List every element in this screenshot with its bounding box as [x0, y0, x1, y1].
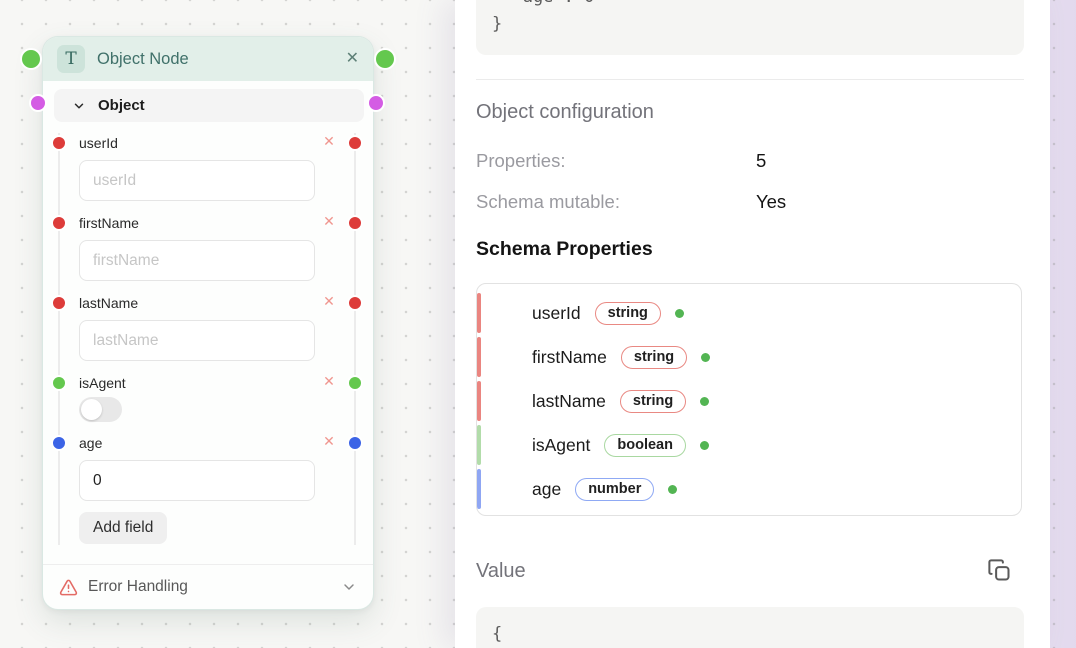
- type-badge: number: [575, 478, 654, 501]
- type-color-bar: [477, 293, 481, 333]
- delete-field-age-icon[interactable]: ✕: [320, 433, 338, 450]
- status-dot-icon: [700, 441, 709, 450]
- property-name: userId: [532, 303, 581, 324]
- list-item: firstName string: [477, 335, 1021, 379]
- type-color-bar: [477, 469, 481, 509]
- type-badge: boolean: [604, 434, 686, 457]
- lastname-field[interactable]: [79, 320, 315, 361]
- schema-properties-heading: Schema Properties: [476, 238, 653, 261]
- section-divider: [476, 79, 1024, 80]
- object-input-handle[interactable]: [29, 94, 47, 112]
- close-icon[interactable]: ✕: [346, 51, 359, 67]
- delete-field-userid-icon[interactable]: ✕: [320, 133, 338, 150]
- list-item: age number: [477, 467, 1021, 511]
- details-panel: "age": 0 } Object configuration Properti…: [455, 0, 1050, 648]
- toggle-knob: [81, 399, 102, 420]
- handle-rail-right: [354, 133, 356, 545]
- handle-rail-left: [58, 133, 60, 545]
- lastname-output-handle[interactable]: [347, 295, 363, 311]
- copy-button[interactable]: [983, 554, 1015, 586]
- chevron-down-icon: [72, 99, 86, 113]
- firstname-input-handle[interactable]: [51, 215, 67, 231]
- delete-field-isagent-icon[interactable]: ✕: [320, 373, 338, 390]
- lastname-input-handle[interactable]: [51, 295, 67, 311]
- isagent-input-handle[interactable]: [51, 375, 67, 391]
- error-handling-label: Error Handling: [88, 578, 188, 596]
- code-line: {: [492, 624, 502, 644]
- node-header[interactable]: T Object Node ✕: [43, 37, 373, 81]
- properties-label: Properties:: [476, 150, 565, 172]
- chevron-down-icon: [341, 579, 357, 595]
- node-input-handle[interactable]: [20, 48, 42, 70]
- status-dot-icon: [675, 309, 684, 318]
- object-configuration-heading: Object configuration: [476, 101, 654, 124]
- firstname-field[interactable]: [79, 240, 315, 281]
- userid-input-handle[interactable]: [51, 135, 67, 151]
- userid-output-handle[interactable]: [347, 135, 363, 151]
- delete-field-firstname-icon[interactable]: ✕: [320, 213, 338, 230]
- type-badge: string: [621, 346, 687, 369]
- field-label-userid: userId: [79, 135, 118, 151]
- list-item: userId string: [477, 291, 1021, 335]
- property-name: firstName: [532, 347, 607, 368]
- object-node-card[interactable]: T Object Node ✕ Object userId ✕ firstNam…: [42, 36, 374, 610]
- text-type-icon: T: [57, 45, 85, 73]
- delete-field-lastname-icon[interactable]: ✕: [320, 293, 338, 310]
- object-section-label: Object: [98, 97, 145, 114]
- error-handling-toggle[interactable]: Error Handling: [43, 564, 373, 609]
- schema-mutable-label: Schema mutable:: [476, 191, 620, 213]
- property-name: age: [532, 479, 561, 500]
- firstname-output-handle[interactable]: [347, 215, 363, 231]
- status-dot-icon: [668, 485, 677, 494]
- field-label-lastname: lastName: [79, 295, 138, 311]
- node-title: Object Node: [97, 50, 189, 69]
- code-line: }: [492, 14, 502, 34]
- age-input-handle[interactable]: [51, 435, 67, 451]
- object-section-toggle[interactable]: Object: [54, 89, 364, 122]
- schema-mutable-value: Yes: [756, 191, 786, 213]
- schema-properties-list: userId string firstName string lastName …: [476, 283, 1022, 516]
- value-heading: Value: [476, 560, 526, 583]
- code-line: "age": 0: [492, 0, 594, 7]
- list-item: isAgent boolean: [477, 423, 1021, 467]
- flow-canvas[interactable]: T Object Node ✕ Object userId ✕ firstNam…: [0, 0, 1076, 648]
- field-label-firstname: firstName: [79, 215, 139, 231]
- property-name: lastName: [532, 391, 606, 412]
- copy-icon: [986, 557, 1013, 584]
- warning-triangle-icon: [59, 578, 78, 597]
- add-field-button[interactable]: Add field: [79, 512, 167, 544]
- object-output-handle[interactable]: [367, 94, 385, 112]
- field-label-isagent: isAgent: [79, 375, 126, 391]
- age-field[interactable]: [79, 460, 315, 501]
- list-item: lastName string: [477, 379, 1021, 423]
- schema-code-block: "age": 0 }: [476, 0, 1024, 55]
- userid-field[interactable]: [79, 160, 315, 201]
- type-badge: string: [620, 390, 686, 413]
- value-code-block: {: [476, 607, 1024, 648]
- field-label-age: age: [79, 435, 102, 451]
- type-color-bar: [477, 337, 481, 377]
- type-color-bar: [477, 425, 481, 465]
- property-name: isAgent: [532, 435, 590, 456]
- type-badge: string: [595, 302, 661, 325]
- age-output-handle[interactable]: [347, 435, 363, 451]
- node-output-handle[interactable]: [374, 48, 396, 70]
- status-dot-icon: [700, 397, 709, 406]
- isagent-toggle[interactable]: [79, 397, 122, 422]
- properties-value: 5: [756, 150, 766, 172]
- type-color-bar: [477, 381, 481, 421]
- status-dot-icon: [701, 353, 710, 362]
- isagent-output-handle[interactable]: [347, 375, 363, 391]
